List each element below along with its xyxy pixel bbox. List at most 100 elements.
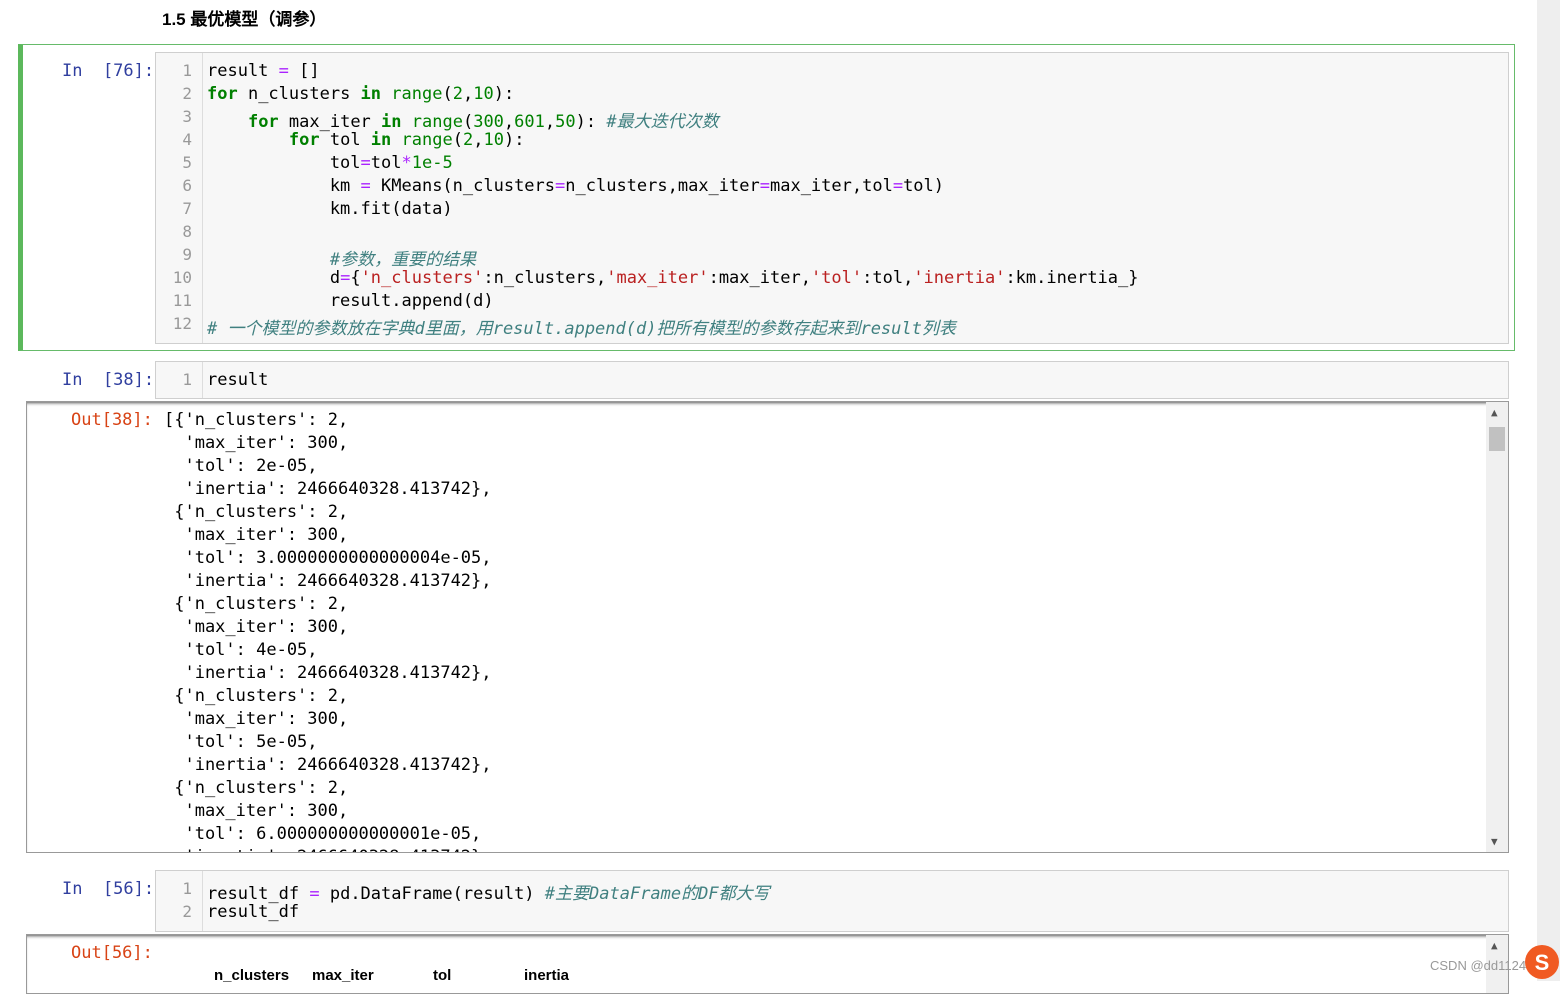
code-line[interactable]: result	[207, 370, 268, 390]
code-token: # 一个模型的参数放在字典d里面，用result.append(d)把所有模型的…	[207, 319, 956, 339]
scroll-up-icon[interactable]: ▲	[1491, 939, 1498, 952]
code-token: max_iter	[278, 112, 382, 132]
code-token: 50	[555, 112, 576, 132]
code-token: n_clusters,max_iter	[565, 176, 760, 196]
cell2-output-area[interactable]: Out[38]: [{'n_clusters': 2, 'max_iter': …	[26, 401, 1509, 853]
code-line[interactable]: #参数，重要的结果	[207, 245, 476, 270]
output-line: 'max_iter': 300,	[164, 525, 349, 545]
output-scrollbar[interactable]: ▲ ▼	[1486, 402, 1508, 852]
code-token: 'max_iter'	[606, 268, 709, 288]
output-line: 'inertia': 2466640328.413742},	[164, 479, 492, 499]
code-token: =	[309, 884, 320, 904]
code-line[interactable]: for max_iter in range(300,601,50): #最大迭代…	[207, 107, 719, 132]
code-token: =	[555, 176, 566, 196]
code-token: ,	[544, 112, 556, 132]
code-token: ):	[503, 130, 525, 150]
output-line: 'tol': 2e-05,	[164, 456, 318, 476]
code-token: tol	[319, 130, 371, 150]
cell3-code-editor[interactable]: 12 result_df = pd.DataFrame(result) #主要D…	[155, 870, 1509, 932]
code-token: tol)	[903, 176, 945, 196]
code-token: for	[207, 84, 238, 104]
line-number: 8	[182, 222, 192, 241]
line-number: 9	[182, 245, 192, 264]
code-token: 601	[514, 112, 545, 132]
cell1-code-editor[interactable]: 1 2 3 4 5 6 7 8 9 10 11 12 result = [] for n_cluster…	[155, 52, 1509, 344]
output-line: 'inertia': 2466640328.413742},	[164, 755, 492, 775]
sogou-logo-icon: S	[1525, 945, 1559, 979]
output-line: 'tol': 5e-05,	[164, 732, 318, 752]
output-line: 'max_iter': 300,	[164, 801, 349, 821]
code-token: =	[340, 268, 351, 288]
code-token: km	[207, 176, 361, 196]
cell2-input-prompt: In [38]:	[62, 370, 155, 390]
code-token: 10	[473, 84, 494, 104]
scroll-up-icon[interactable]: ▲	[1491, 406, 1498, 419]
line-number-gutter: 1	[156, 362, 203, 398]
code-token: result.append(d)	[207, 291, 494, 311]
code-line[interactable]: for tol in range(2,10):	[207, 130, 525, 150]
code-token: ,	[473, 130, 484, 150]
line-number-gutter: 12	[156, 871, 203, 931]
output-line: {'n_clusters': 2,	[164, 594, 349, 614]
code-token: =	[278, 61, 289, 81]
table-header-inertia: inertia	[524, 967, 570, 984]
output-line: {'n_clusters': 2,	[164, 502, 349, 522]
output-line: 'max_iter': 300,	[164, 617, 349, 637]
output-line: [{'n_clusters': 2,	[164, 410, 349, 430]
code-line[interactable]: result.append(d)	[207, 291, 494, 311]
code-token: 2	[462, 130, 474, 150]
code-line[interactable]: km.fit(data)	[207, 199, 453, 219]
code-token: []	[288, 61, 320, 81]
code-token: {	[350, 268, 361, 288]
code-line[interactable]: result_df = pd.DataFrame(result) #主要Data…	[207, 879, 770, 904]
line-number: 2	[182, 902, 192, 921]
line-number: 10	[172, 268, 192, 287]
output-line: {'n_clusters': 2,	[164, 686, 349, 706]
cell2-code-editor[interactable]: 1 result	[155, 361, 1509, 399]
code-token: for	[288, 130, 320, 150]
code-token: #主要DataFrame的DF都大写	[544, 884, 770, 904]
code-token: max_iter,tol	[769, 176, 893, 196]
code-token: 10	[483, 130, 504, 150]
scroll-down-icon[interactable]: ▼	[1491, 835, 1498, 848]
code-token: range	[411, 112, 463, 132]
cell2-output-prompt: Out[38]:	[71, 410, 153, 430]
output-line: 'tol': 3.0000000000000004e-05,	[164, 548, 492, 568]
output-line: 'tol': 4e-05,	[164, 640, 318, 660]
code-line[interactable]: tol=tol*1e-5	[207, 153, 453, 173]
cell3-output-prompt: Out[56]:	[71, 943, 153, 963]
code-token: =	[759, 176, 770, 196]
page-right-gutter	[1537, 0, 1560, 981]
code-token: (	[452, 130, 463, 150]
output-line: 'inertia': 2466640328.413742},	[164, 571, 492, 591]
line-number: 12	[172, 314, 192, 333]
line-number: 11	[172, 291, 192, 310]
cell3-output-area[interactable]: Out[56]: n_clusters max_iter tol inertia…	[26, 934, 1509, 994]
line-number: 4	[182, 130, 192, 149]
svg-text:S: S	[1535, 950, 1550, 975]
code-line[interactable]: result_df	[207, 902, 299, 922]
code-line[interactable]: # 一个模型的参数放在字典d里面，用result.append(d)把所有模型的…	[207, 314, 956, 339]
code-token: ,	[462, 84, 474, 104]
code-token: in	[370, 130, 392, 150]
code-token: #参数，重要的结果	[329, 250, 477, 270]
code-line[interactable]: km = KMeans(n_clusters=n_clusters,max_it…	[207, 176, 944, 196]
code-token: km.fit(data)	[207, 199, 453, 219]
code-line[interactable]: for n_clusters in range(2,10):	[207, 84, 514, 104]
code-token: ):	[575, 112, 607, 132]
code-line[interactable]: d={'n_clusters':n_clusters,'max_iter':ma…	[207, 268, 1139, 288]
output-line: 'max_iter': 300,	[164, 709, 349, 729]
code-line[interactable]: result = []	[207, 61, 320, 81]
code-token: 'tol'	[810, 268, 863, 288]
code-token: ,	[503, 112, 515, 132]
line-number: 1	[182, 370, 192, 389]
table-header-n-clusters: n_clusters	[214, 967, 290, 984]
scroll-thumb[interactable]	[1489, 427, 1505, 451]
code-token: ):	[493, 84, 515, 104]
